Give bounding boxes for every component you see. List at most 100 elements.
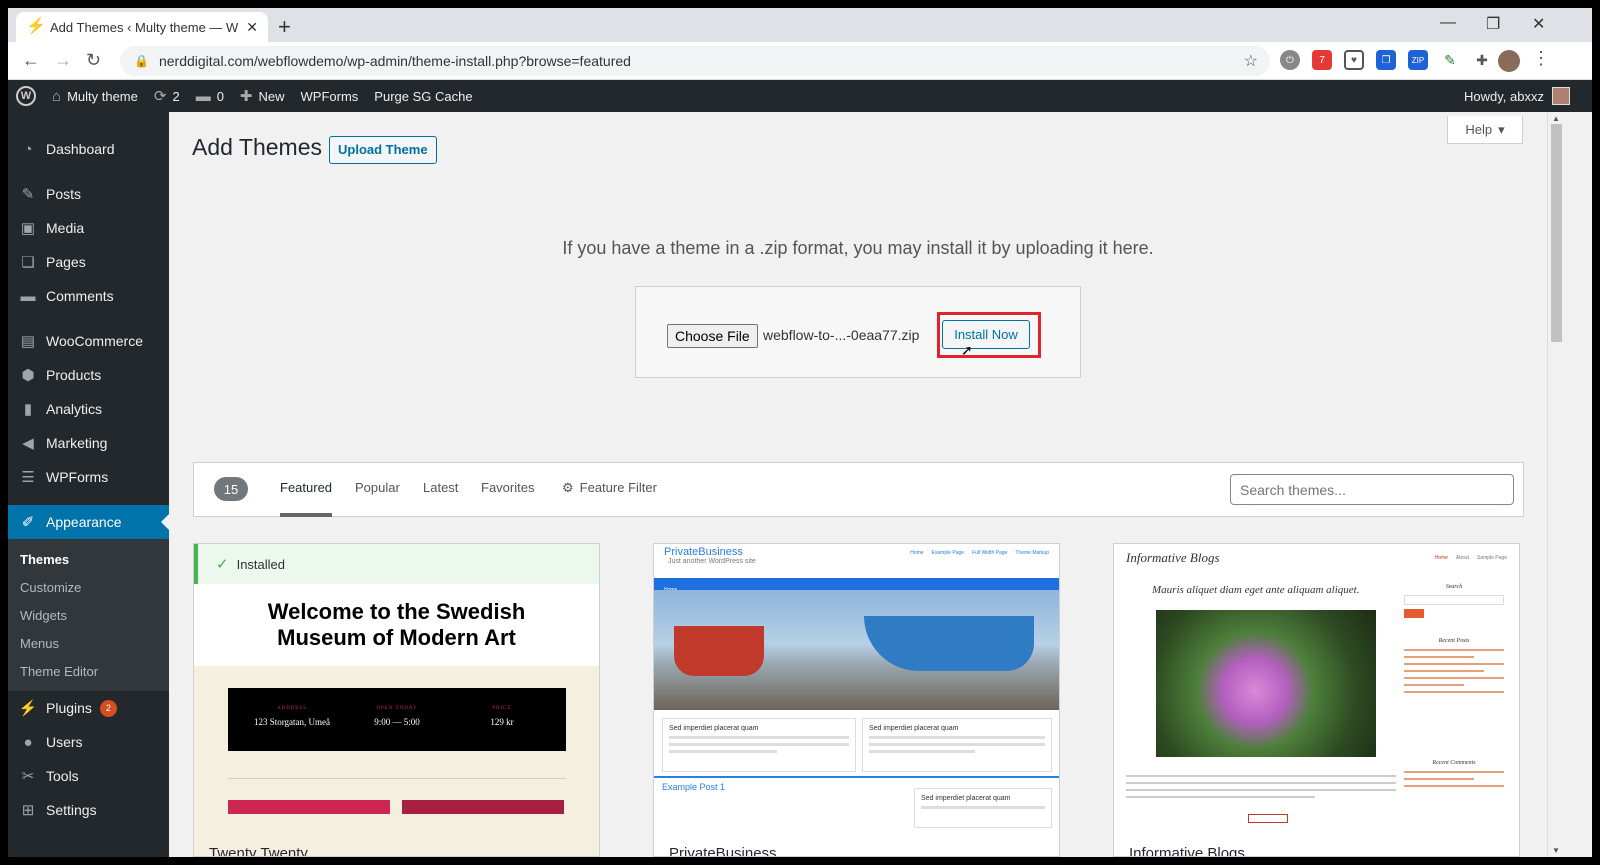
sidebar-item-settings[interactable]: ⊞ Settings [8,793,169,827]
bookmark-star-icon[interactable]: ☆ [1244,51,1258,71]
purge-cache-link[interactable]: Purge SG Cache [366,80,480,112]
updates-count: 2 [172,88,180,104]
theme-filter-bar: 15 Featured Popular Latest Favorites ⚙ Fe… [193,462,1524,517]
tab-popular[interactable]: Popular [355,480,400,495]
info-value: 123 Storgatan, Umeå [253,717,331,727]
wp-logo-menu[interactable]: W [8,80,44,112]
preview-post: Sed imperdiet placerat quam [662,718,856,772]
sidebar-item-users[interactable]: ● Users [8,725,169,759]
updates-link[interactable]: ⟳ 2 [146,80,188,112]
gear-icon: ⚙ [562,480,574,495]
extension-power-icon[interactable]: ⏻ [1280,50,1300,70]
forward-icon[interactable]: → [54,50,72,71]
minimize-icon[interactable]: — [1440,14,1456,32]
submenu-item-customize[interactable]: Customize [8,573,169,601]
search-themes-input[interactable] [1230,474,1514,505]
hero-line: Museum of Modern Art [277,625,516,650]
main-content: Add Themes Upload Theme Help ▾ If you hav… [169,112,1547,857]
comments-link[interactable]: ▬ 0 [188,80,232,112]
extension-pen-icon[interactable]: ✎ [1440,50,1460,70]
browser-tab[interactable]: ⚡ Add Themes ‹ Multy theme — W ✕ [16,12,268,42]
tab-close-icon[interactable]: ✕ [246,19,258,36]
site-name: Multy theme [67,88,138,104]
sidebar-item-comments[interactable]: ▬ Comments [8,279,169,313]
extensions-puzzle-icon[interactable]: ✚ [1472,50,1492,70]
sidebar-item-posts[interactable]: ✎ Posts [8,177,169,211]
maximize-icon[interactable]: ❐ [1486,14,1500,34]
sidebar-item-appearance[interactable]: ✐ Appearance [8,505,169,539]
help-tab-button[interactable]: Help ▾ [1447,116,1523,144]
sidebar-item-label: Users [46,734,83,750]
submenu-item-themes[interactable]: Themes [8,545,169,573]
site-name-link[interactable]: ⌂ Multy theme [44,80,146,112]
back-icon[interactable]: ← [22,50,40,71]
new-label: New [258,88,285,104]
preview-side-heading: Recent Posts [1438,638,1470,644]
install-now-button[interactable]: Install Now [942,320,1030,349]
tab-favorites[interactable]: Favorites [481,480,534,495]
extension-pocket-icon[interactable]: ♥ [1344,50,1364,70]
page-scrollbar[interactable]: ▲ ▼ [1547,112,1564,857]
comment-bubble-icon: ▬ [195,87,211,105]
sidebar-item-products[interactable]: ⬢ Products [8,358,169,392]
theme-card-informative-blogs[interactable]: Informative Blogs Home About Sample Page… [1113,543,1520,857]
close-window-icon[interactable]: ✕ [1532,14,1545,34]
info-value: 129 kr [490,717,514,727]
sidebar-item-analytics[interactable]: ▮ Analytics [8,392,169,426]
user-account-menu[interactable]: Howdy, abxxz [1464,80,1570,112]
sidebar-item-dashboard[interactable]: ◔ Dashboard [8,132,169,166]
feature-filter-button[interactable]: ⚙ Feature Filter [562,480,657,496]
preview-post-title: Sed imperdiet placerat quam [669,725,759,732]
divider [654,776,1059,778]
sidebar-item-media[interactable]: ▣ Media [8,211,169,245]
purge-label: Purge SG Cache [374,88,473,104]
extension-zip-icon[interactable]: ZIP [1408,50,1428,70]
page-title: Add Themes [192,134,322,160]
lock-icon: 🔒 [134,54,149,68]
sidebar-item-label: WPForms [46,469,109,485]
scroll-down-icon[interactable]: ▼ [1552,846,1560,855]
tab-latest[interactable]: Latest [423,480,458,495]
sidebar-item-tools[interactable]: ✂ Tools [8,759,169,793]
products-box-icon: ⬢ [21,367,35,384]
new-content-link[interactable]: ✚ New [232,80,293,112]
sidebar-item-marketing[interactable]: ◀ Marketing [8,426,169,460]
extension-calendar-icon[interactable]: 7 [1312,50,1332,70]
wpforms-link[interactable]: WPForms [293,80,367,112]
submenu-item-widgets[interactable]: Widgets [8,601,169,629]
preview-nav: Home Example Page Full Width Page Theme … [910,550,1049,556]
scrollbar-thumb[interactable] [1551,124,1562,342]
theme-card-twenty-twenty[interactable]: ✓ Installed Welcome to the Swedish Museum… [193,543,600,857]
scroll-up-icon[interactable]: ▲ [1552,114,1560,123]
new-tab-icon[interactable]: + [278,14,291,40]
preview-nav-item: Home [1434,555,1448,561]
address-bar[interactable]: 🔒 nerddigital.com/webflowdemo/wp-admin/t… [120,46,1270,76]
plus-icon: ✚ [239,88,253,105]
preview-nav-item: Theme Markup [1015,550,1049,556]
sidebar-item-wpforms[interactable]: ☰ WPForms [8,460,169,494]
caret-down-icon: ▾ [1498,121,1505,137]
preview-tagline: Just another WordPress site [668,558,756,565]
reload-icon[interactable]: ↻ [86,50,101,71]
extension-bracket-icon[interactable]: ❐ [1376,50,1396,70]
mouse-cursor-icon: ➚ [961,342,973,358]
form-icon: ☰ [21,469,35,486]
theme-card-privatebusiness[interactable]: PrivateBusiness Just another WordPress s… [653,543,1060,857]
browser-menu-icon[interactable]: ⋮ [1532,48,1550,69]
submenu-item-menus[interactable]: Menus [8,629,169,657]
blue-boat-shape [864,616,1034,671]
preview-side-heading: Search [1445,584,1463,590]
sidebar-item-plugins[interactable]: ⚡ Plugins 2 [8,691,169,725]
sidebar-item-label: Products [46,367,102,383]
submenu-item-theme-editor[interactable]: Theme Editor [8,657,169,685]
upload-theme-button[interactable]: Upload Theme [329,136,437,164]
info-label: PRICE [492,706,512,711]
sidebar-item-pages[interactable]: ❏ Pages [8,245,169,279]
profile-avatar[interactable] [1498,50,1520,72]
preview-sidebar-search: Search [1404,584,1504,618]
tab-strip: ⚡ Add Themes ‹ Multy theme — W ✕ + — ❐ ✕ [8,8,1592,42]
red-block [402,800,564,814]
sidebar-item-woocommerce[interactable]: ▤ WooCommerce [8,324,169,358]
tab-featured[interactable]: Featured [280,480,333,517]
choose-file-button[interactable]: Choose File [667,324,758,348]
